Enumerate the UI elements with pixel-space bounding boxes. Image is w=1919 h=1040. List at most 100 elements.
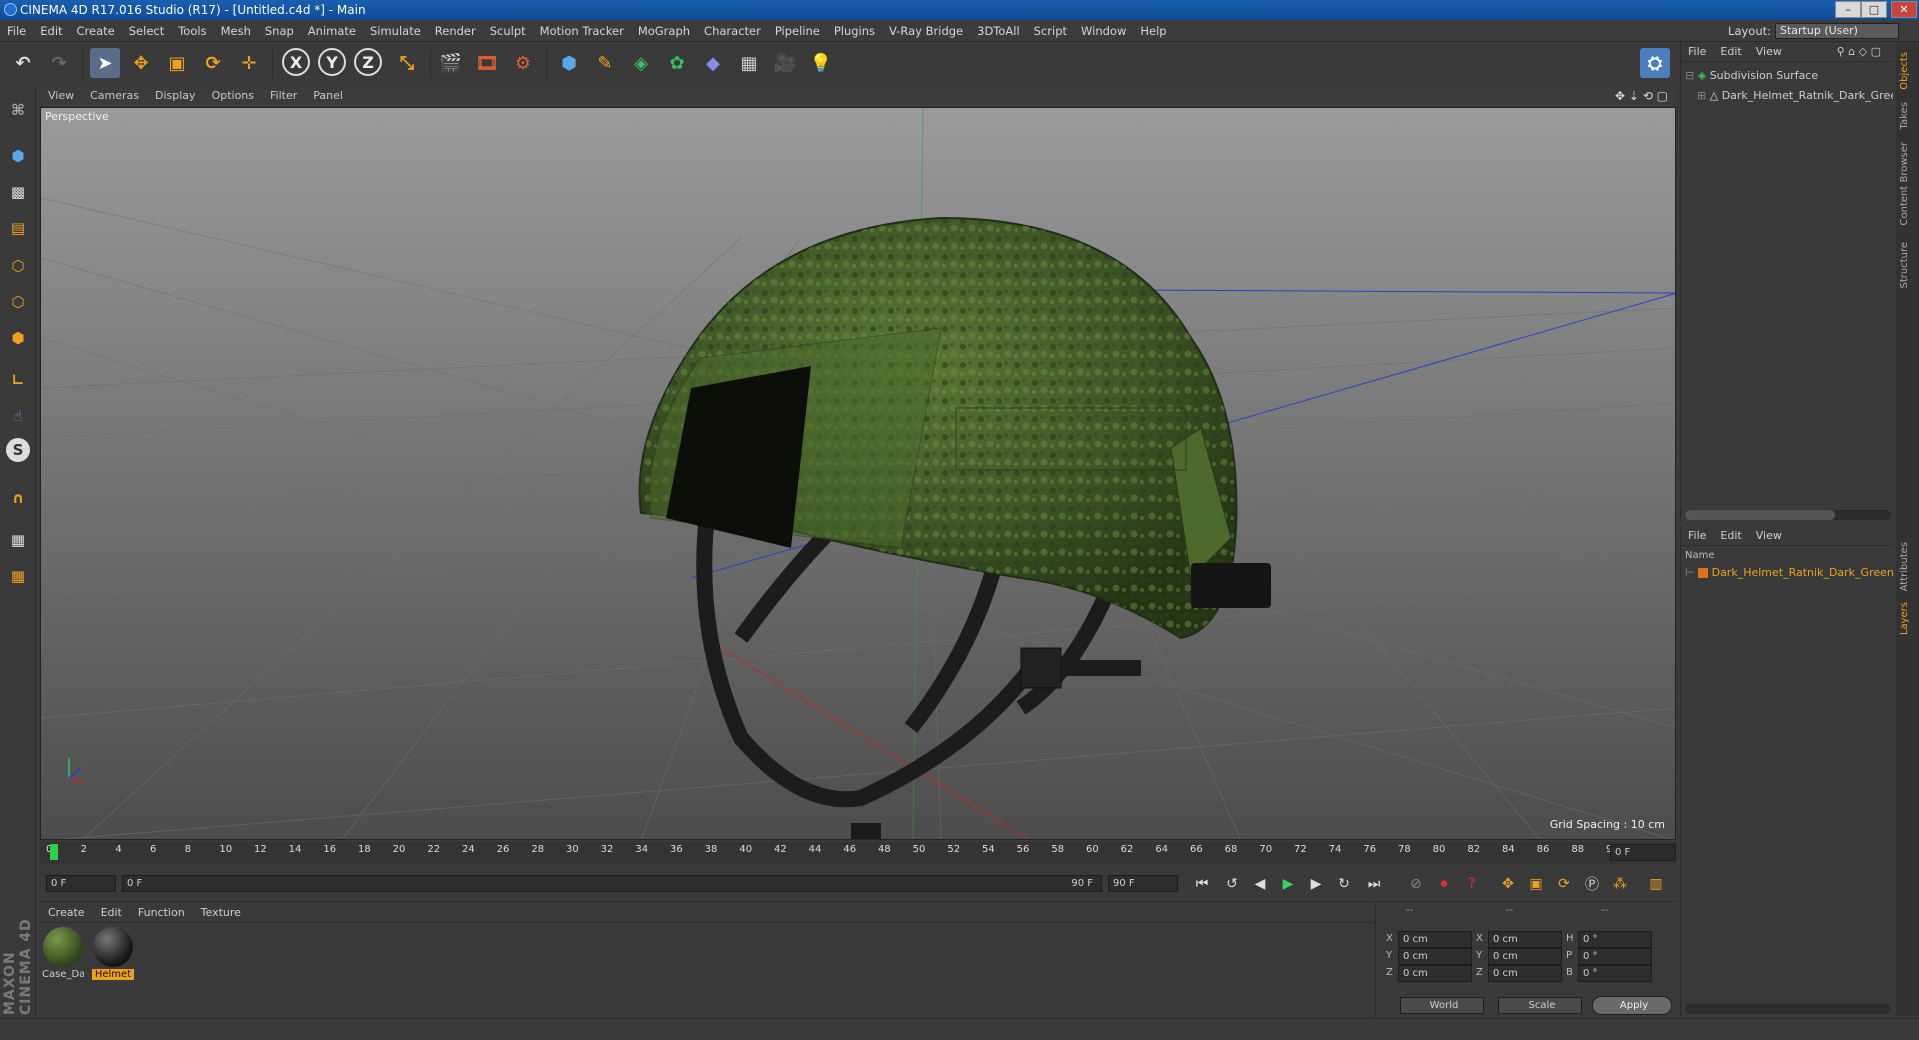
- viewport-menu-cameras[interactable]: Cameras: [82, 86, 147, 106]
- magnet-icon[interactable]: ∩: [4, 484, 32, 512]
- key-rotation-icon[interactable]: ⟳: [1552, 873, 1576, 895]
- frame-range-slider[interactable]: 0 F 90 F: [122, 875, 1102, 892]
- menu-snap[interactable]: Snap: [258, 20, 301, 42]
- snap-icon[interactable]: S: [6, 438, 30, 462]
- layer-row[interactable]: ⊢ Dark_Helmet_Ratnik_Dark_Green_: [1685, 566, 1893, 579]
- perspective-viewport[interactable]: Perspective Grid Spacing : 10 cm: [40, 107, 1676, 840]
- live-selection-icon[interactable]: ✛: [234, 48, 264, 78]
- goto-start-icon[interactable]: ⏮: [1190, 873, 1214, 895]
- maximize-button[interactable]: □: [1861, 1, 1887, 18]
- layer-menu-edit[interactable]: Edit: [1713, 526, 1748, 546]
- coordinate-value-field[interactable]: 0 cm: [1398, 931, 1472, 948]
- menu-3dtoall[interactable]: 3DToAll: [970, 20, 1027, 42]
- coordinate-space-select[interactable]: World: [1400, 997, 1484, 1014]
- material-swatch[interactable]: Case_Da: [42, 927, 84, 980]
- timeline-window-icon[interactable]: ▥: [1644, 873, 1668, 895]
- coordinate-value-field[interactable]: 0 °: [1578, 931, 1652, 948]
- axis-mode-icon[interactable]: ∟: [4, 366, 32, 394]
- workplane-mode-icon[interactable]: ▤: [4, 214, 32, 242]
- key-position-icon[interactable]: ✥: [1496, 873, 1520, 895]
- texture-mode-icon[interactable]: ▩: [4, 178, 32, 206]
- key-scale-icon[interactable]: ▣: [1524, 873, 1548, 895]
- render-settings-icon[interactable]: ⚙: [508, 48, 538, 78]
- menu-pipeline[interactable]: Pipeline: [768, 20, 827, 42]
- menu-create[interactable]: Create: [70, 20, 122, 42]
- minimize-button[interactable]: –: [1835, 1, 1861, 18]
- viewport-menu-view[interactable]: View: [40, 86, 82, 106]
- viewport-menu-filter[interactable]: Filter: [262, 86, 305, 106]
- close-button[interactable]: ✕: [1891, 1, 1917, 18]
- menu-motion-tracker[interactable]: Motion Tracker: [533, 20, 631, 42]
- material-menu-texture[interactable]: Texture: [193, 903, 249, 923]
- timeline-playhead[interactable]: [50, 844, 58, 860]
- menu-mesh[interactable]: Mesh: [214, 20, 258, 42]
- scale-tool-icon[interactable]: ▣: [162, 48, 192, 78]
- key-pla-icon[interactable]: ⁂: [1608, 873, 1632, 895]
- subdivision-surface-icon[interactable]: ◈: [626, 48, 656, 78]
- coordinate-value-field[interactable]: 0 cm: [1488, 931, 1562, 948]
- model-mode-icon[interactable]: ⬢: [4, 142, 32, 170]
- make-editable-icon[interactable]: ⌘: [4, 96, 32, 124]
- layer-menu-file[interactable]: File: [1681, 526, 1713, 546]
- timeline-ruler[interactable]: 0246810121416182022242628303234363840424…: [40, 842, 1676, 864]
- python-icon[interactable]: ⛭: [1640, 48, 1670, 78]
- start-frame-field[interactable]: 0 F: [46, 875, 116, 892]
- coordinate-value-field[interactable]: 0 cm: [1488, 965, 1562, 982]
- material-menu-function[interactable]: Function: [130, 903, 193, 923]
- goto-end-icon[interactable]: ⏭: [1362, 873, 1386, 895]
- tab-objects[interactable]: Objects: [1899, 52, 1915, 90]
- keyframe-icon[interactable]: ⊘: [1404, 873, 1428, 895]
- object-menu-file[interactable]: File: [1681, 42, 1713, 62]
- rotate-tool-icon[interactable]: ⟳: [198, 48, 228, 78]
- tab-takes[interactable]: Takes: [1899, 102, 1915, 129]
- object-menu-edit[interactable]: Edit: [1713, 42, 1748, 62]
- light-icon[interactable]: 💡: [806, 48, 836, 78]
- viewport-menu-panel[interactable]: Panel: [305, 86, 351, 106]
- points-mode-icon[interactable]: ⬡: [4, 252, 32, 280]
- record-icon[interactable]: ⏺: [1432, 873, 1456, 895]
- material-menu-create[interactable]: Create: [40, 903, 93, 923]
- play-icon[interactable]: ▶: [1276, 873, 1300, 895]
- floor-scene-icon[interactable]: ▦: [734, 48, 764, 78]
- material-menu-edit[interactable]: Edit: [93, 903, 130, 923]
- undo-icon[interactable]: ↶: [8, 48, 38, 78]
- key-param-icon[interactable]: Ⓟ: [1580, 873, 1604, 895]
- object-manager-tool-icons[interactable]: ⚲ ⌂ ◇ ▢: [1830, 42, 1888, 62]
- tweak-mode-icon[interactable]: ☝: [4, 402, 32, 430]
- material-swatch[interactable]: Helmet: [92, 927, 134, 980]
- menu-animate[interactable]: Animate: [301, 20, 363, 42]
- menu-mograph[interactable]: MoGraph: [631, 20, 697, 42]
- layer-menu-view[interactable]: View: [1749, 526, 1789, 546]
- menu-sculpt[interactable]: Sculpt: [483, 20, 533, 42]
- viewport-nav-icons[interactable]: ✥ ⇣ ⟲ ▢: [1615, 86, 1668, 106]
- deformer-icon[interactable]: ◆: [698, 48, 728, 78]
- viewport-menu-options[interactable]: Options: [204, 86, 262, 106]
- x-axis-button[interactable]: X: [282, 48, 310, 76]
- menu-tools[interactable]: Tools: [171, 20, 213, 42]
- menu-edit[interactable]: Edit: [33, 20, 69, 42]
- menu-vray-bridge[interactable]: V-Ray Bridge: [882, 20, 970, 42]
- polygons-mode-icon[interactable]: ⬢: [4, 324, 32, 352]
- render-view-icon[interactable]: 🎬: [436, 48, 466, 78]
- autokey-icon[interactable]: ?: [1460, 873, 1484, 895]
- tab-attributes[interactable]: Attributes: [1899, 542, 1915, 591]
- object-row-subdivision[interactable]: ⊟ ◈ Subdivision Surface: [1685, 66, 1893, 86]
- menu-render[interactable]: Render: [428, 20, 483, 42]
- end-frame-field[interactable]: 90 F: [1108, 875, 1178, 892]
- next-frame-icon[interactable]: ▶: [1304, 873, 1328, 895]
- move-tool-icon[interactable]: ✥: [126, 48, 156, 78]
- coordinate-system-icon[interactable]: ⤡: [392, 48, 422, 78]
- prev-frame-icon[interactable]: ◀: [1248, 873, 1272, 895]
- edges-mode-icon[interactable]: ⬡: [4, 288, 32, 316]
- menu-help[interactable]: Help: [1133, 20, 1173, 42]
- prev-key-icon[interactable]: ↺: [1220, 873, 1244, 895]
- menu-simulate[interactable]: Simulate: [363, 20, 428, 42]
- object-manager-scrollbar[interactable]: [1685, 510, 1891, 520]
- object-menu-view[interactable]: View: [1749, 42, 1789, 62]
- lock-workplane-icon[interactable]: ▦: [4, 526, 32, 554]
- object-row-helmet[interactable]: ⊞ △ Dark_Helmet_Ratnik_Dark_Green: [1685, 86, 1893, 106]
- tab-structure[interactable]: Structure: [1899, 242, 1915, 289]
- menu-plugins[interactable]: Plugins: [827, 20, 882, 42]
- apply-button[interactable]: Apply: [1592, 996, 1672, 1015]
- coordinate-value-field[interactable]: 0 °: [1578, 948, 1652, 965]
